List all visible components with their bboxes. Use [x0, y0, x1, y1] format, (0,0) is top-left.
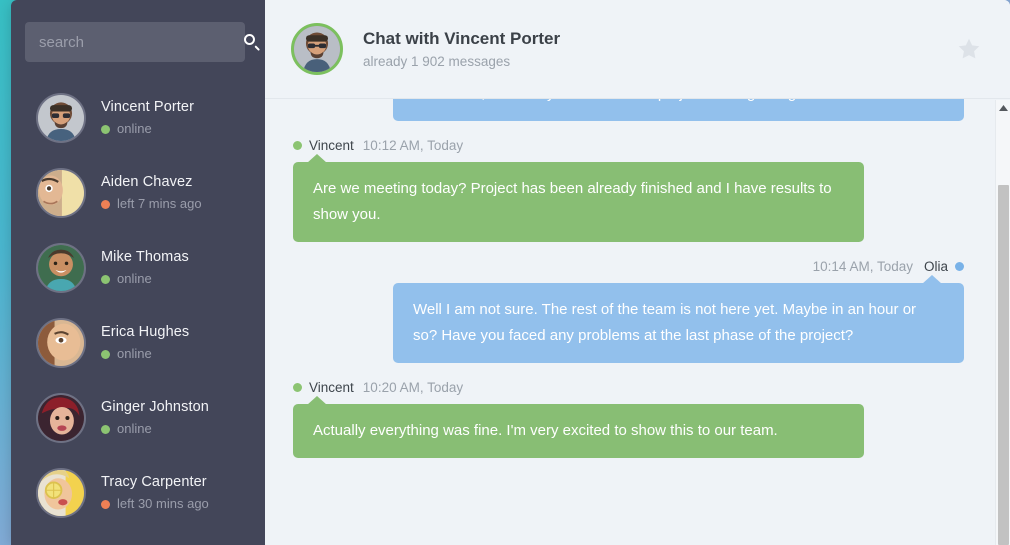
message-author: Vincent	[309, 138, 354, 153]
status-dot	[101, 274, 110, 284]
message-time: 10:14 AM, Today	[812, 259, 913, 274]
chat-message-count: already 1 902 messages	[363, 53, 511, 69]
contact-info: Erica Hughes online	[101, 323, 189, 362]
status-dot	[955, 262, 964, 271]
search-input[interactable]	[39, 31, 238, 53]
avatar	[36, 92, 86, 143]
status-dot	[293, 141, 302, 150]
avatar	[36, 467, 86, 518]
contact-status: online	[101, 346, 189, 362]
contact-info: Mike Thomas online	[101, 248, 189, 287]
message-list: Hi Vincent, how are you? How is the proj…	[265, 99, 1010, 545]
contact-list-item[interactable]: Vincent Porter online	[11, 80, 265, 155]
scrollbar[interactable]	[995, 100, 1010, 545]
status-dot	[101, 499, 110, 509]
message-text: Hi Vincent, how are you? How is the proj…	[413, 99, 805, 102]
avatar	[36, 317, 86, 368]
bubble-tail-icon	[307, 396, 327, 405]
contact-name: Mike Thomas	[101, 249, 189, 265]
chat-app-window: Vincent Porter online Aiden Chavez left 7 …	[11, 0, 1010, 545]
message-author: Vincent	[309, 380, 354, 395]
message-bubble: Actually everything was fine. I'm very e…	[293, 396, 864, 458]
status-dot	[101, 349, 110, 359]
contact-list-item[interactable]: Erica Hughes online	[11, 305, 265, 380]
contact-status: left 7 mins ago	[101, 196, 202, 212]
status-dot	[101, 199, 110, 209]
message-text: Actually everything was fine. I'm very e…	[313, 422, 778, 439]
contact-status: online	[101, 271, 189, 287]
scroll-up-arrow-icon[interactable]	[996, 100, 1010, 116]
avatar	[36, 242, 86, 293]
contact-status-label: online	[117, 346, 152, 361]
scrollbar-thumb[interactable]	[998, 185, 1009, 545]
search-icon[interactable]	[244, 33, 261, 51]
message-bubble: Well I am not sure. The rest of the team…	[393, 275, 964, 363]
contact-status-label: online	[117, 121, 152, 136]
avatar	[291, 23, 343, 75]
contact-info: Tracy Carpenter left 30 mins ago	[101, 473, 209, 512]
contact-status-label: online	[117, 271, 152, 286]
avatar	[36, 167, 86, 218]
message-time: 10:20 AM, Today	[362, 380, 464, 395]
chat-header: Chat with Vincent Porter already 1 902 m…	[265, 0, 1010, 99]
contact-status-label: online	[117, 421, 152, 436]
message-bubble: Hi Vincent, how are you? How is the proj…	[393, 99, 964, 121]
contact-list-item[interactable]: Aiden Chavez left 7 mins ago	[11, 155, 265, 230]
message-text: Well I am not sure. The rest of the team…	[413, 301, 917, 344]
message-right: 10:14 AM, Today Olia Well I am not sure. T…	[293, 242, 964, 363]
status-dot	[101, 124, 110, 134]
contact-name: Ginger Johnston	[101, 399, 209, 415]
sidebar: Vincent Porter online Aiden Chavez left 7 …	[11, 0, 265, 545]
contact-info: Aiden Chavez left 7 mins ago	[101, 173, 202, 212]
message-left: Vincent 10:20 AM, Today Actually everythin…	[293, 363, 964, 458]
message-bubble: Are we meeting today? Project has been a…	[293, 154, 864, 242]
avatar	[36, 392, 86, 443]
contact-info: Vincent Porter online	[101, 98, 194, 137]
contact-name: Erica Hughes	[101, 324, 190, 340]
contact-name: Vincent Porter	[101, 99, 195, 115]
message-time: 10:12 AM, Today	[362, 138, 464, 153]
message-list-inner: Hi Vincent, how are you? How is the proj…	[293, 99, 964, 458]
message-left: Vincent 10:12 AM, Today Are we meeting tod…	[293, 121, 964, 242]
contact-name: Aiden Chavez	[101, 174, 193, 190]
contact-info: Ginger Johnston online	[101, 398, 209, 437]
contact-list: Vincent Porter online Aiden Chavez left 7 …	[11, 80, 265, 540]
message-meta: Vincent 10:20 AM, Today	[293, 363, 964, 404]
star-icon[interactable]	[956, 36, 982, 62]
contact-list-item[interactable]: Mike Thomas online	[11, 230, 265, 305]
status-dot	[101, 424, 110, 434]
status-dot	[293, 383, 302, 392]
message-text: Are we meeting today? Project has been a…	[313, 180, 832, 223]
message-meta: Vincent 10:12 AM, Today	[293, 121, 964, 162]
contact-name: Tracy Carpenter	[101, 474, 207, 490]
contact-status: online	[101, 121, 194, 137]
bubble-tail-icon	[307, 154, 327, 163]
search-box[interactable]	[25, 22, 261, 62]
message-meta: 10:14 AM, Today Olia	[293, 242, 964, 283]
contact-list-item[interactable]: Ginger Johnston online	[11, 380, 265, 455]
message-right: Hi Vincent, how are you? How is the proj…	[293, 99, 964, 121]
contact-list-item[interactable]: Tracy Carpenter left 30 mins ago	[11, 455, 265, 530]
message-author: Olia	[923, 259, 948, 274]
page-title: Chat with Vincent Porter	[363, 28, 561, 48]
contact-status-label: left 7 mins ago	[117, 196, 202, 211]
contact-status-label: left 30 mins ago	[117, 496, 209, 511]
chat-panel: Chat with Vincent Porter already 1 902 m…	[265, 0, 1010, 545]
bubble-tail-icon	[922, 275, 942, 284]
contact-status: online	[101, 421, 209, 437]
contact-status: left 30 mins ago	[101, 496, 209, 512]
chat-header-text: Chat with Vincent Porter already 1 902 m…	[363, 28, 956, 71]
